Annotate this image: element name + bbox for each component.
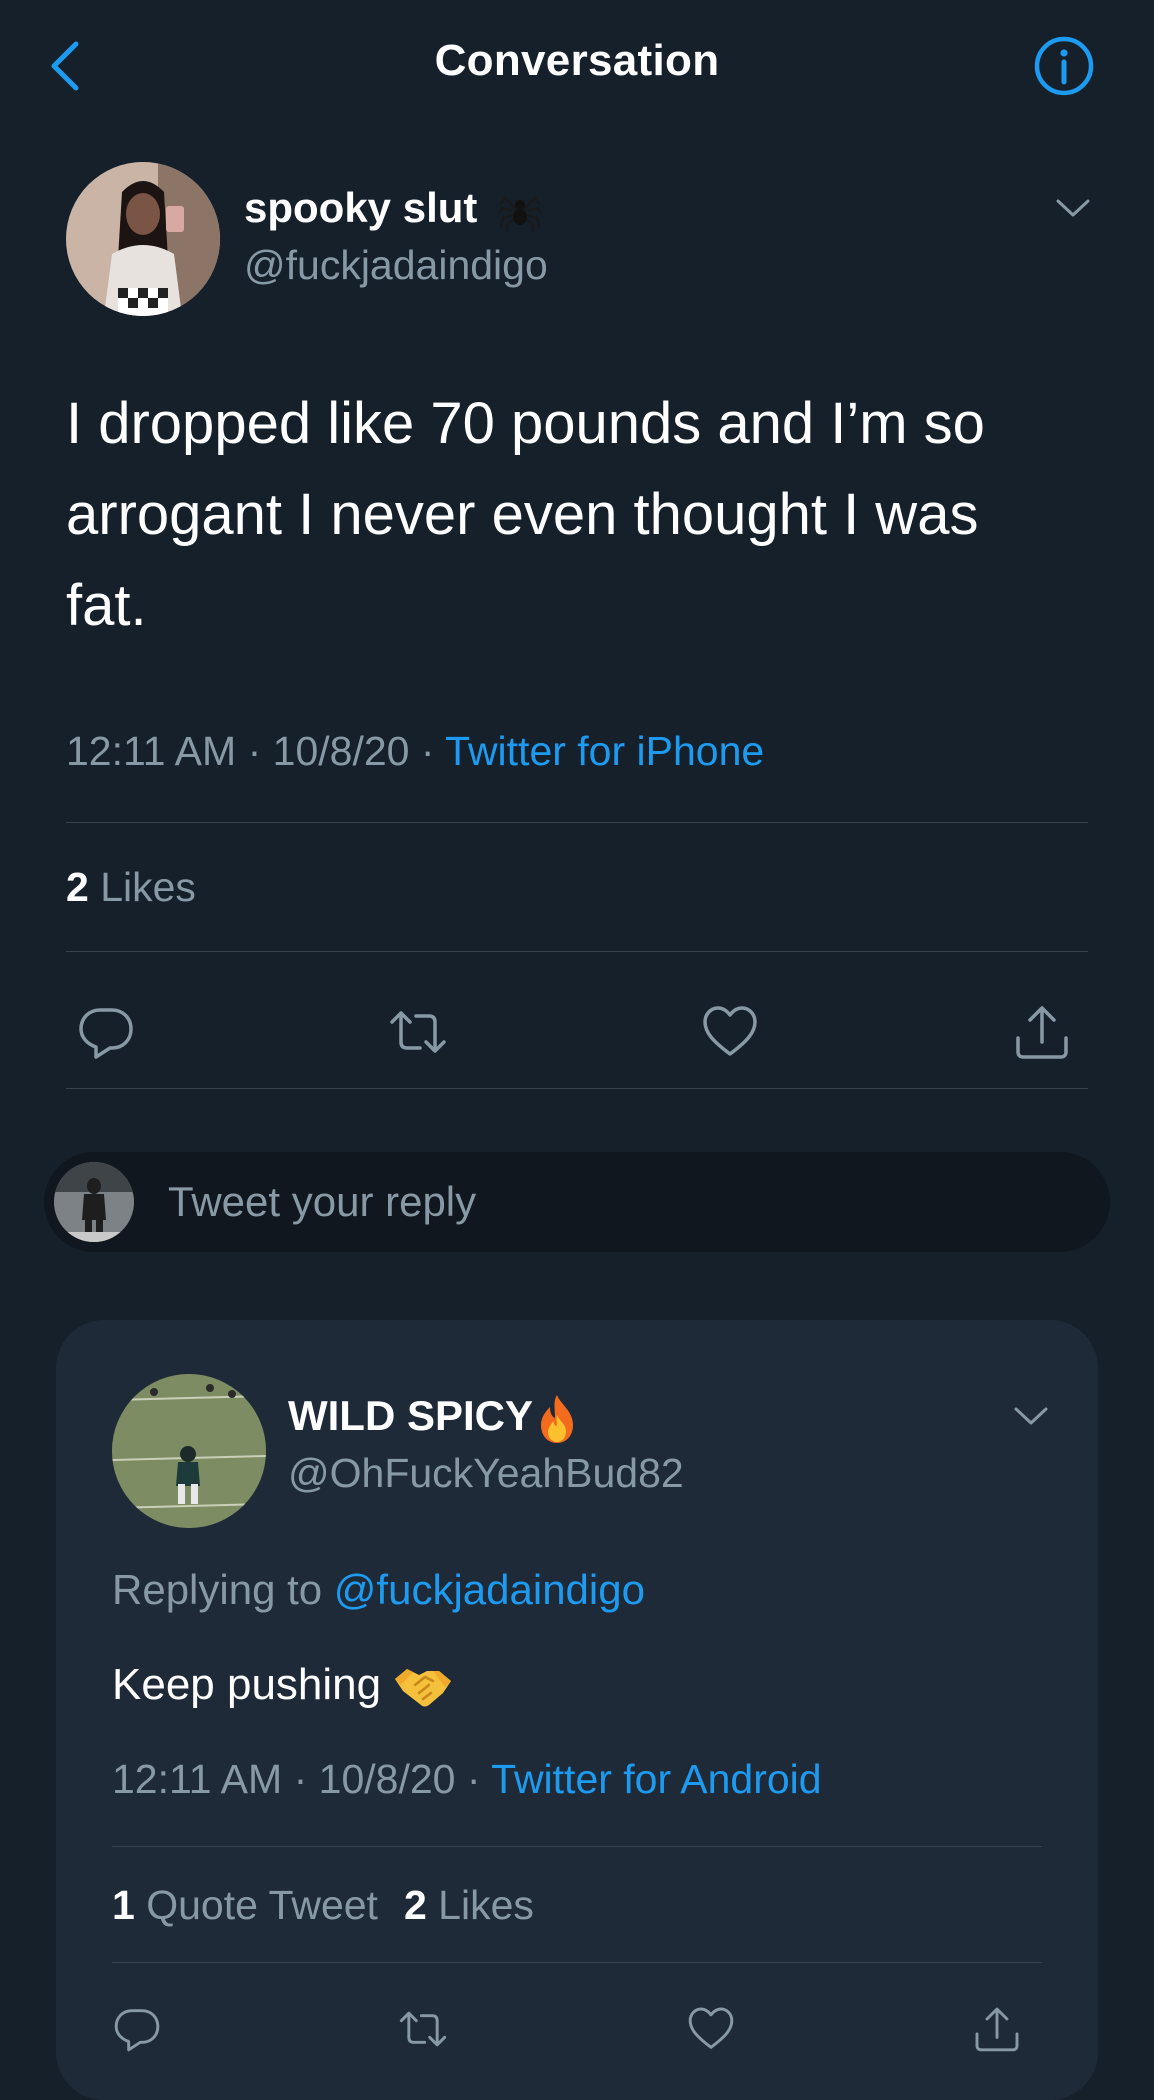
info-button[interactable] xyxy=(1032,34,1096,98)
chevron-down-icon xyxy=(1056,199,1090,217)
reply-date: 10/8/20 xyxy=(318,1756,456,1802)
meta-separator: · xyxy=(420,728,446,774)
profile-photo xyxy=(66,162,220,316)
reply-icon xyxy=(79,1008,133,1059)
reply-user-handle[interactable]: @OhFuckYeahBud82 xyxy=(288,1450,684,1497)
reply-stats: 1 Quote Tweet 2 Likes xyxy=(112,1882,534,1929)
retweet-button[interactable] xyxy=(388,1002,448,1062)
reply-menu-button[interactable] xyxy=(1012,1404,1050,1428)
likes-label: Likes xyxy=(100,864,196,910)
likes-stat[interactable]: 2 Likes xyxy=(66,864,196,911)
spider-icon xyxy=(497,188,543,234)
share-button[interactable] xyxy=(972,2004,1022,2054)
divider xyxy=(66,822,1088,823)
heart-icon xyxy=(703,1006,757,1056)
quote-label: Quote Tweet xyxy=(146,1882,378,1928)
replying-to-handle-link[interactable]: @fuckjadaindigo xyxy=(334,1566,645,1613)
reply-source-link[interactable]: Twitter for Android xyxy=(491,1756,821,1802)
tweet-meta: 12:11 AM · 10/8/20 · Twitter for iPhone xyxy=(66,728,764,775)
reply-display-name[interactable]: WILD SPICY xyxy=(288,1392,581,1445)
like-button[interactable] xyxy=(700,1002,760,1062)
meta-separator: · xyxy=(293,1756,319,1802)
user-handle[interactable]: @fuckjadaindigo xyxy=(244,242,548,289)
profile-photo xyxy=(112,1374,266,1528)
info-icon xyxy=(1034,36,1094,96)
meta-separator: · xyxy=(247,728,273,774)
reply-time: 12:11 AM xyxy=(112,1756,283,1802)
meta-separator: · xyxy=(466,1756,492,1802)
divider xyxy=(66,951,1088,952)
tweet-time: 12:11 AM xyxy=(66,728,237,774)
reply-icon xyxy=(114,2009,160,2052)
chevron-down-icon xyxy=(1014,1407,1048,1425)
tweet-source-link[interactable]: Twitter for iPhone xyxy=(445,728,764,774)
share-icon xyxy=(1016,1006,1068,1059)
reply-text-content: Keep pushing xyxy=(112,1660,382,1709)
reply-tweet-text: Keep pushing xyxy=(112,1660,453,1711)
retweet-icon xyxy=(390,1011,446,1053)
likes-count: 2 xyxy=(66,864,89,910)
reply-likes-stat[interactable]: 2 Likes xyxy=(404,1882,534,1928)
divider xyxy=(66,1088,1088,1089)
reply-likes-count: 2 xyxy=(403,1882,427,1928)
reply-display-name-text: WILD SPICY xyxy=(288,1392,534,1439)
quote-count: 1 xyxy=(112,1882,135,1928)
tweet-menu-button[interactable] xyxy=(1054,196,1092,220)
current-user-avatar xyxy=(54,1162,134,1242)
replying-to: Replying to @fuckjadaindigo xyxy=(112,1566,645,1614)
reply-tweet-meta: 12:11 AM · 10/8/20 · Twitter for Android xyxy=(112,1756,822,1803)
page-title: Conversation xyxy=(434,36,720,85)
display-name-text: spooky slut xyxy=(244,184,478,231)
share-button[interactable] xyxy=(1012,1002,1072,1062)
handshake-icon xyxy=(393,1663,453,1711)
profile-photo xyxy=(54,1162,134,1242)
divider xyxy=(112,1846,1042,1847)
divider xyxy=(112,1962,1042,1963)
replying-to-label: Replying to xyxy=(112,1566,323,1613)
heart-icon xyxy=(688,2007,734,2049)
reply-avatar[interactable] xyxy=(112,1374,266,1528)
like-button[interactable] xyxy=(686,2004,736,2054)
reply-button[interactable] xyxy=(112,2004,162,2054)
reply-button[interactable] xyxy=(76,1002,136,1062)
reply-input-placeholder[interactable]: Tweet your reply xyxy=(168,1178,476,1226)
avatar[interactable] xyxy=(66,162,220,316)
retweet-icon xyxy=(399,2011,447,2047)
reply-likes-label: Likes xyxy=(438,1882,534,1928)
fire-icon xyxy=(533,1393,581,1445)
tweet-text: I dropped like 70 pounds and I’m so arro… xyxy=(66,391,985,638)
tweet-date: 10/8/20 xyxy=(272,728,410,774)
display-name[interactable]: spooky slut xyxy=(244,184,543,234)
retweet-button[interactable] xyxy=(398,2004,448,2054)
share-icon xyxy=(975,2007,1019,2052)
quote-tweets-stat[interactable]: 1 Quote Tweet xyxy=(112,1882,378,1928)
